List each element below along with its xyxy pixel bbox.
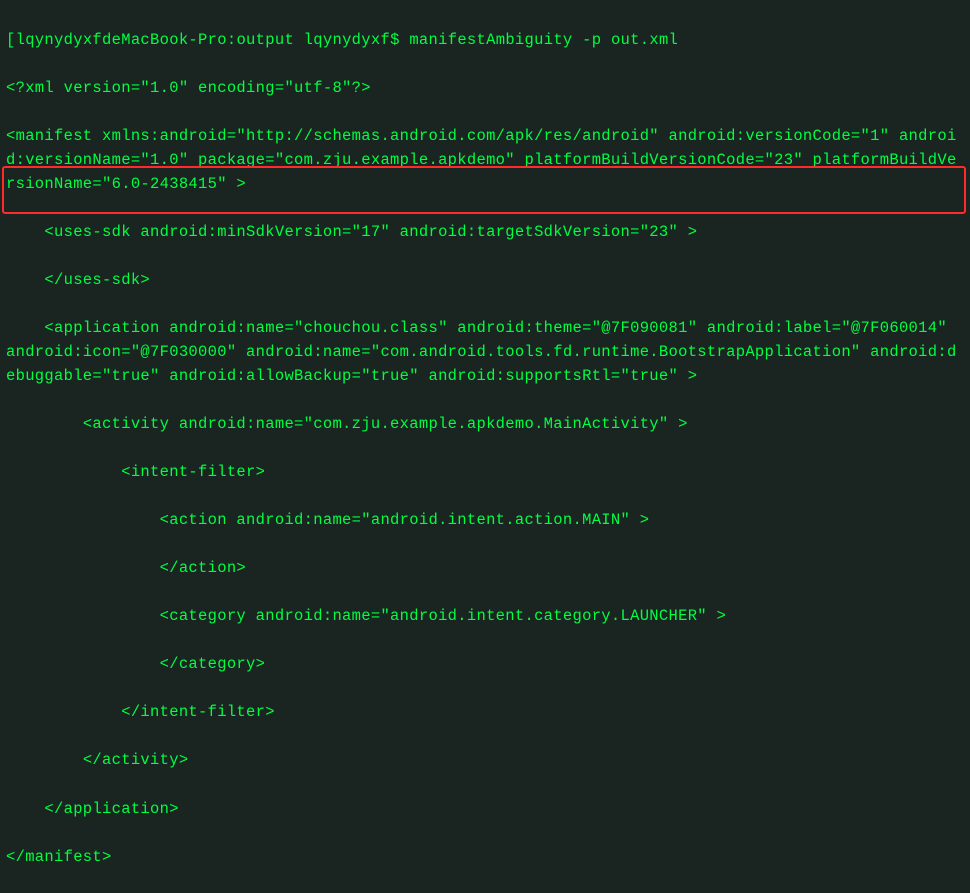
application-close: </application> <box>6 797 964 821</box>
prompt-bracket-open: [ <box>6 31 16 49</box>
category-close: </category> <box>6 652 964 676</box>
application-open: <application android:name="chouchou.clas… <box>6 316 964 388</box>
command-text: manifestAmbiguity -p out.xml <box>409 31 678 49</box>
terminal-output[interactable]: [lqynydyxfdeMacBook-Pro:output lqynydyxf… <box>6 4 964 893</box>
intent-filter-open: <intent-filter> <box>6 460 964 484</box>
activity-open: <activity android:name="com.zju.example.… <box>6 412 964 436</box>
category-open: <category android:name="android.intent.c… <box>6 604 964 628</box>
xml-declaration: <?xml version="1.0" encoding="utf-8"?> <box>6 76 964 100</box>
prompt-colon: : <box>227 31 237 49</box>
prompt-line: [lqynydyxfdeMacBook-Pro:output lqynydyxf… <box>6 28 964 52</box>
uses-sdk-close: </uses-sdk> <box>6 268 964 292</box>
prompt-user: lqynydyxf <box>304 31 390 49</box>
manifest-close: </manifest> <box>6 845 964 869</box>
activity-close: </activity> <box>6 748 964 772</box>
action-close: </action> <box>6 556 964 580</box>
prompt-path: output <box>236 31 294 49</box>
uses-sdk-open: <uses-sdk android:minSdkVersion="17" and… <box>6 220 964 244</box>
prompt-host: lqynydyxfdeMacBook-Pro <box>16 31 227 49</box>
prompt-dollar: $ <box>390 31 400 49</box>
action-open: <action android:name="android.intent.act… <box>6 508 964 532</box>
intent-filter-close: </intent-filter> <box>6 700 964 724</box>
manifest-open: <manifest xmlns:android="http://schemas.… <box>6 124 964 196</box>
